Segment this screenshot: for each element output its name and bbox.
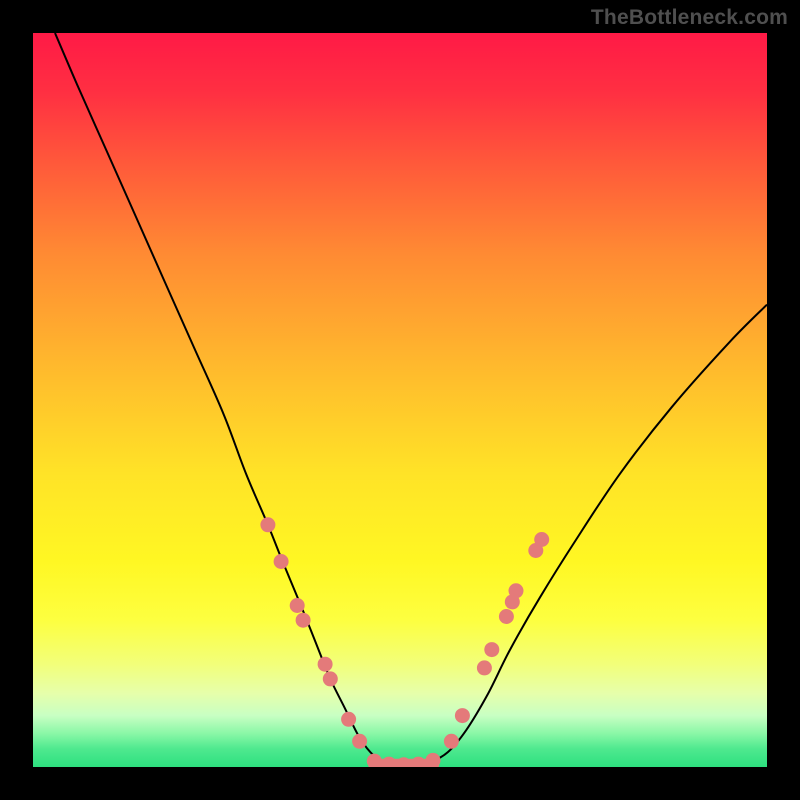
chart-plot-area [33, 33, 767, 767]
watermark-text: TheBottleneck.com [591, 6, 788, 30]
chart-background-gradient [33, 33, 767, 767]
chart-frame: TheBottleneck.com [0, 0, 800, 800]
